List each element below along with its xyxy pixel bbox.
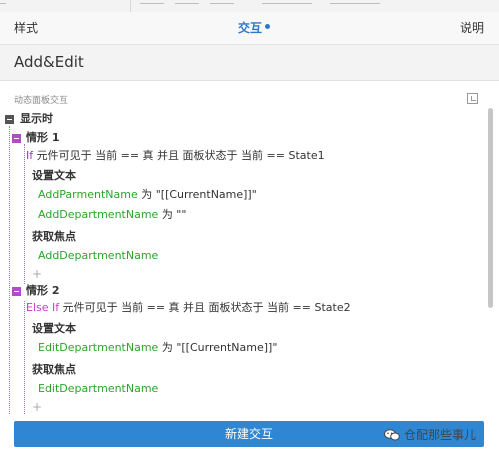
condition-keyword: If <box>26 149 34 162</box>
event-label[interactable]: 显示时 <box>20 112 53 126</box>
set-text-label[interactable]: 设置文本 <box>32 169 76 183</box>
inspector-tabs: 样式 交互 说明 <box>0 12 499 45</box>
toolbar-fragment <box>175 3 199 4</box>
tab-interaction[interactable]: 交互 <box>238 12 271 44</box>
tree-guide-line <box>24 301 25 414</box>
set-text-label[interactable]: 设置文本 <box>32 322 76 336</box>
action-item[interactable]: AddDepartmentName 为 "" <box>38 208 186 222</box>
action-target: AddParmentName <box>38 188 138 201</box>
condition-text: 元件可见于 当前 == 真 并且 面板状态于 当前 == State1 <box>36 149 325 162</box>
collapse-all-icon[interactable] <box>467 93 478 104</box>
condition-text: 元件可见于 当前 == 真 并且 面板状态于 当前 == State2 <box>62 301 351 314</box>
action-target: EditDepartmentName <box>38 341 159 354</box>
action-value: 为 "[[CurrentName]]" <box>161 341 278 354</box>
case-1-label[interactable]: 情形 1 <box>26 131 59 145</box>
collapse-event-icon[interactable] <box>5 115 14 124</box>
top-toolbar-strip <box>0 0 499 12</box>
toolbar-fragment <box>140 3 164 4</box>
tree-guide-line <box>24 144 25 284</box>
section-label: 动态面板交互 <box>14 96 69 106</box>
watermark-text: 仓配那些事儿 <box>404 428 477 442</box>
scrollbar-thumb[interactable] <box>488 108 493 308</box>
add-action-icon[interactable]: + <box>32 267 42 281</box>
add-action-icon[interactable]: + <box>32 400 42 414</box>
focus-label[interactable]: 获取焦点 <box>32 230 76 244</box>
action-target: AddDepartmentName <box>38 208 159 221</box>
widget-name[interactable]: Add&Edit <box>14 45 84 80</box>
case-1-condition[interactable]: If 元件可见于 当前 == 真 并且 面板状态于 当前 == State1 <box>26 149 325 163</box>
toolbar-fragment <box>0 3 6 4</box>
toolbar-divider <box>130 0 131 12</box>
tab-style[interactable]: 样式 <box>14 12 38 44</box>
wechat-icon <box>384 428 400 440</box>
action-value: 为 "" <box>161 208 187 221</box>
focus-target[interactable]: AddDepartmentName <box>38 249 158 263</box>
action-item[interactable]: AddParmentName 为 "[[CurrentName]]" <box>38 188 257 202</box>
condition-keyword: Else If <box>26 301 60 314</box>
case-2-label[interactable]: 情形 2 <box>26 284 59 298</box>
action-value: 为 "[[CurrentName]]" <box>141 188 257 201</box>
toolbar-fragment <box>210 3 234 4</box>
toolbar-fragment <box>330 3 380 4</box>
tree-guide-line <box>9 126 10 414</box>
collapse-case-icon[interactable] <box>12 134 21 143</box>
case-2-condition[interactable]: Else If 元件可见于 当前 == 真 并且 面板状态于 当前 == Sta… <box>26 301 351 315</box>
watermark: 仓配那些事儿 <box>384 426 476 443</box>
toolbar-fragment <box>262 3 312 4</box>
action-item[interactable]: EditDepartmentName 为 "[[CurrentName]]" <box>38 341 277 355</box>
active-dot-icon <box>265 24 271 29</box>
focus-label[interactable]: 获取焦点 <box>32 363 76 377</box>
widget-name-row: Add&Edit <box>0 45 499 81</box>
tab-notes[interactable]: 说明 <box>460 12 484 44</box>
collapse-case-icon[interactable] <box>12 287 21 296</box>
focus-target[interactable]: EditDepartmentName <box>38 382 158 396</box>
